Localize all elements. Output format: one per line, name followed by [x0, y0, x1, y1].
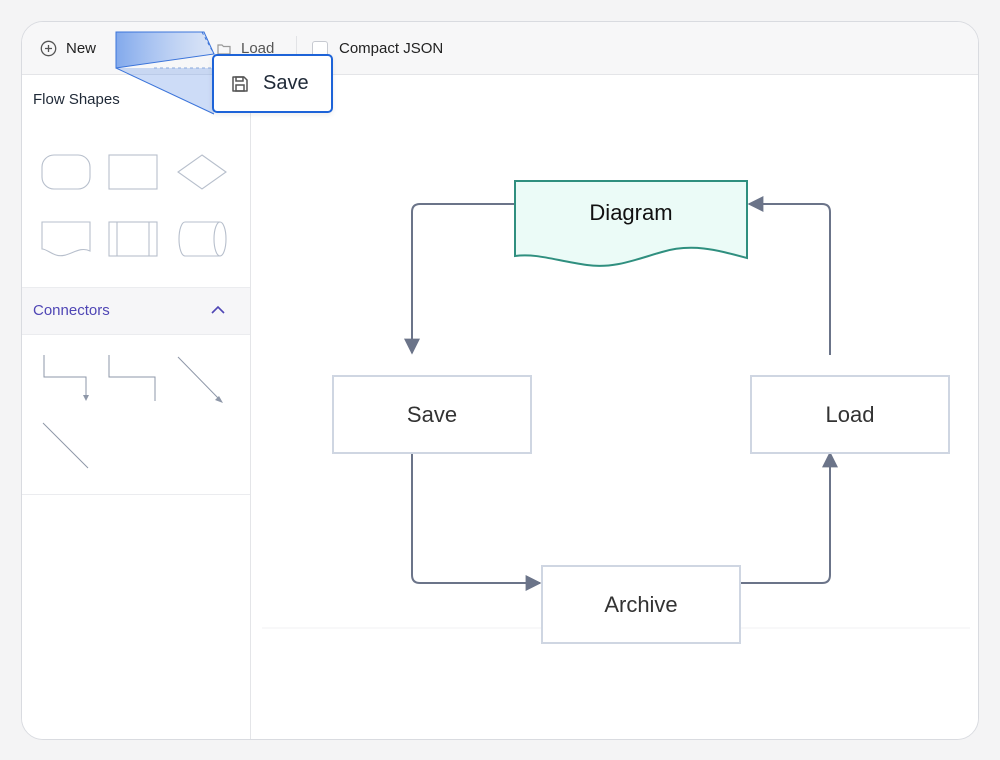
load-node-label: Load	[825, 401, 875, 427]
connector-diagram-to-save[interactable]	[404, 203, 514, 355]
connector-load-to-diagram[interactable]	[747, 196, 831, 355]
plus-circle-icon	[40, 40, 57, 57]
diagram-node-label: Diagram	[589, 200, 673, 225]
connectors-title: Connectors	[33, 302, 110, 319]
connector-save-to-archive[interactable]	[411, 433, 542, 591]
compact-json-label: Compact JSON	[339, 40, 444, 57]
orthogonal-arrow-connector[interactable]	[43, 355, 89, 401]
connector-archive-to-load[interactable]	[741, 451, 838, 584]
save-drag-tooltip: Save	[212, 54, 333, 113]
straight-arrow-connector[interactable]	[177, 356, 223, 403]
terminator-shape[interactable]	[41, 154, 91, 190]
connector-shapes	[42, 355, 223, 469]
straight-line-connector[interactable]	[42, 422, 89, 469]
save-drag-tooltip-label: Save	[263, 72, 309, 94]
archive-node-label: Archive	[604, 591, 678, 617]
connectors-panel	[22, 335, 250, 495]
direct-data-shape[interactable]	[178, 221, 227, 257]
predefined-process-shape[interactable]	[108, 221, 158, 257]
save-icon	[232, 75, 248, 92]
new-button-label: New	[66, 40, 97, 57]
new-button[interactable]: New	[40, 22, 96, 75]
orthogonal-line-connector[interactable]	[108, 355, 156, 401]
app-window: New Load Compact JSON Flow Shapes Connec…	[21, 21, 979, 740]
decision-shape[interactable]	[177, 154, 227, 190]
connectors-header[interactable]: Connectors	[22, 287, 250, 335]
process-shape[interactable]	[108, 154, 158, 190]
diagram-canvas[interactable]: Diagram Save Load Archive	[252, 75, 978, 739]
shape-palette: Flow Shapes Connectors	[22, 75, 251, 739]
chevron-up-icon[interactable]	[210, 303, 226, 317]
save-node-label: Save	[406, 401, 458, 427]
document-shape[interactable]	[41, 221, 91, 257]
